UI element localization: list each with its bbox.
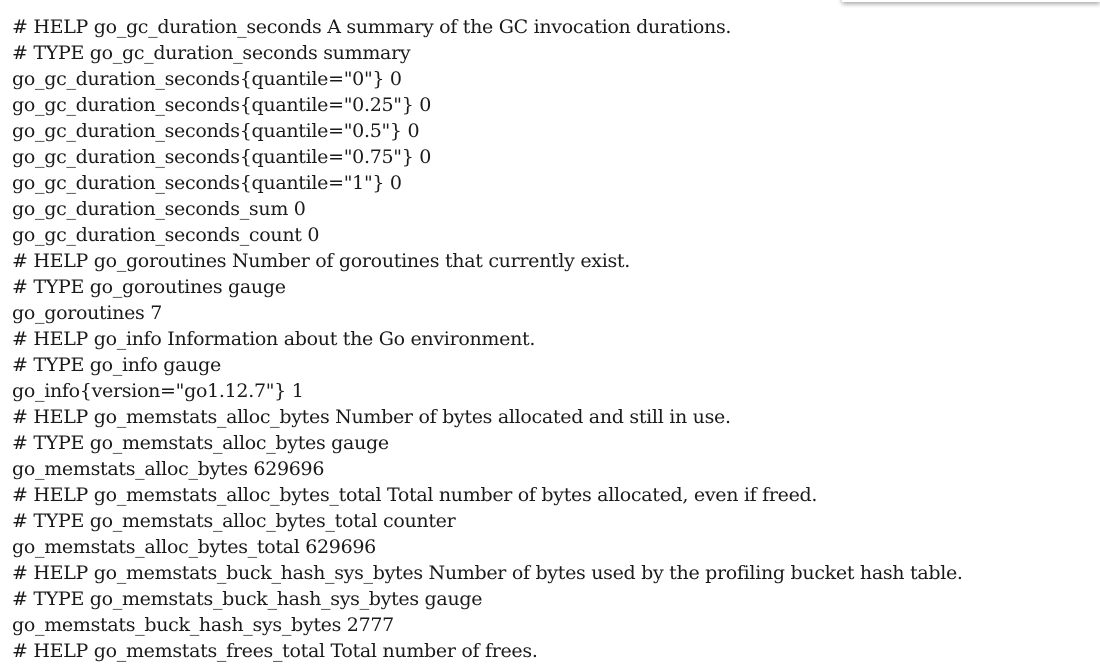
metric-line: # HELP go_memstats_alloc_bytes_total Tot…	[12, 484, 818, 506]
metric-line: go_info{version="go1.12.7"} 1	[12, 380, 304, 402]
metrics-text: # HELP go_gc_duration_seconds A summary …	[12, 14, 963, 664]
metric-line: go_gc_duration_seconds{quantile="0.75"} …	[12, 146, 432, 168]
metric-line: go_gc_duration_seconds{quantile="1"} 0	[12, 172, 402, 194]
overlay-edge	[842, 0, 1100, 2]
metric-line: # HELP go_memstats_frees_total Total num…	[12, 640, 538, 662]
metric-line: go_goroutines 7	[12, 302, 163, 324]
metric-line: # TYPE go_goroutines gauge	[12, 276, 286, 298]
metric-line: go_gc_duration_seconds_count 0	[12, 224, 320, 246]
metric-line: # TYPE go_memstats_alloc_bytes gauge	[12, 432, 389, 454]
metric-line: # TYPE go_gc_duration_seconds summary	[12, 42, 411, 64]
metric-line: # HELP go_gc_duration_seconds A summary …	[12, 16, 732, 38]
metric-line: go_gc_duration_seconds_sum 0	[12, 198, 306, 220]
metric-line: go_gc_duration_seconds{quantile="0"} 0	[12, 68, 402, 90]
metric-line: # TYPE go_info gauge	[12, 354, 221, 376]
metric-line: # HELP go_memstats_buck_hash_sys_bytes N…	[12, 562, 963, 584]
metric-line: go_memstats_buck_hash_sys_bytes 2777	[12, 614, 394, 636]
metric-line: go_gc_duration_seconds{quantile="0.5"} 0	[12, 120, 420, 142]
metric-line: # HELP go_goroutines Number of goroutine…	[12, 250, 630, 272]
metric-line: # HELP go_memstats_alloc_bytes Number of…	[12, 406, 731, 428]
metrics-page: # HELP go_gc_duration_seconds A summary …	[0, 0, 1100, 667]
metric-line: # TYPE go_memstats_buck_hash_sys_bytes g…	[12, 588, 483, 610]
metric-line: go_gc_duration_seconds{quantile="0.25"} …	[12, 94, 432, 116]
metric-line: go_memstats_alloc_bytes 629696	[12, 458, 325, 480]
metric-line: # HELP go_info Information about the Go …	[12, 328, 536, 350]
metric-line: # TYPE go_memstats_alloc_bytes_total cou…	[12, 510, 456, 532]
metric-line: go_memstats_alloc_bytes_total 629696	[12, 536, 376, 558]
